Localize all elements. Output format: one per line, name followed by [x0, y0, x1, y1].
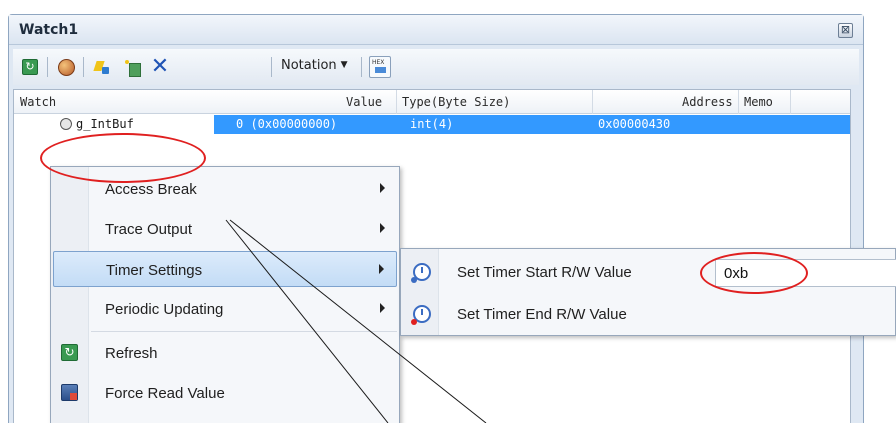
menu-item-label: Refresh	[105, 345, 158, 362]
add-data-icon	[124, 59, 141, 77]
add-data-button[interactable]	[121, 56, 143, 78]
timer-start-icon	[411, 263, 431, 283]
menu-item-label: Set Timer Start R/W Value	[457, 264, 632, 281]
menu-item-force-read-value[interactable]: Force Read Value	[53, 375, 397, 411]
column-header-address[interactable]: Address	[682, 95, 733, 109]
menu-separator	[91, 331, 397, 332]
force-read-icon	[61, 384, 78, 401]
delete-button[interactable]: ✕	[149, 56, 171, 78]
palette-button[interactable]	[55, 56, 77, 78]
watch-address-cell: 0x00000430	[598, 117, 671, 131]
delete-icon: ✕	[150, 54, 170, 79]
column-header-type[interactable]: Type(Byte Size)	[402, 95, 510, 109]
column-divider[interactable]	[396, 90, 397, 114]
watch-value-cell[interactable]: 0 (0x00000000)	[236, 117, 337, 131]
menu-item-refresh[interactable]: Refresh	[53, 335, 397, 371]
column-header-value[interactable]: Value	[346, 95, 382, 109]
column-header-memo[interactable]: Memo	[744, 95, 773, 109]
column-divider[interactable]	[738, 90, 739, 114]
timer-dot	[411, 277, 417, 283]
toolbar-separator	[83, 57, 84, 77]
menu-item-set-timer-start[interactable]: Set Timer Start R/W Value 0xb	[403, 253, 896, 291]
toolbar-separator	[271, 57, 272, 77]
menu-item-label: Access Break	[105, 181, 197, 198]
menu-item-timer-settings[interactable]: Timer Settings	[53, 251, 397, 287]
refresh-icon	[61, 344, 78, 361]
add-watch-button[interactable]	[91, 56, 113, 78]
submenu-arrow-icon	[380, 183, 385, 193]
submenu-arrow-icon	[380, 223, 385, 233]
toolbar: ↻ ✕ Notation ▼	[13, 49, 859, 85]
variable-icon	[60, 118, 72, 130]
window-title: Watch1	[19, 22, 79, 38]
watch-type-cell: int(4)	[410, 117, 454, 131]
column-header-watch[interactable]: Watch	[20, 95, 56, 109]
context-menu: Access Break Trace Output Timer Settings…	[50, 166, 400, 423]
toolbar-separator	[361, 57, 362, 77]
title-bar[interactable]: Watch1 ⊠	[9, 15, 863, 45]
palette-icon	[57, 58, 75, 76]
notation-label: Notation	[281, 58, 337, 73]
hex-display-icon	[369, 56, 391, 78]
menu-item-label: Set Timer End R/W Value	[457, 306, 627, 323]
timer-end-icon	[411, 305, 431, 325]
refresh-icon: ↻	[22, 59, 38, 75]
submenu-arrow-icon	[380, 303, 385, 313]
grid-header: Watch Value Type(Byte Size) Address Memo	[14, 90, 850, 114]
menu-item-set-timer-end[interactable]: Set Timer End R/W Value	[403, 295, 895, 333]
menu-item-trace-output[interactable]: Trace Output	[53, 211, 397, 247]
menu-item-label: Force Read Value	[105, 385, 225, 402]
submenu-arrow-icon	[379, 264, 384, 274]
add-watch-icon	[94, 59, 110, 75]
timer-dot	[411, 319, 417, 325]
close-button[interactable]: ⊠	[838, 23, 853, 38]
column-divider[interactable]	[592, 90, 593, 114]
column-divider[interactable]	[790, 90, 791, 114]
annotation-ellipse-variable	[40, 133, 206, 183]
notation-dropdown[interactable]: Notation ▼	[281, 58, 348, 78]
toolbar-separator	[47, 57, 48, 77]
hex-display-button[interactable]	[369, 56, 391, 78]
table-row[interactable]: g_IntBuf 0 (0x00000000) int(4) 0x0000043…	[14, 115, 850, 134]
menu-item-label: Trace Output	[105, 221, 192, 238]
chevron-down-icon: ▼	[340, 60, 348, 70]
watch-name-cell[interactable]: g_IntBuf	[76, 117, 134, 131]
menu-item-label: Timer Settings	[106, 262, 203, 279]
refresh-button[interactable]: ↻	[19, 56, 41, 78]
timer-settings-submenu: Set Timer Start R/W Value 0xb Set Timer …	[400, 248, 896, 336]
annotation-ellipse-value	[700, 252, 808, 294]
menu-item-label: Periodic Updating	[105, 301, 224, 318]
menu-item-periodic-updating[interactable]: Periodic Updating	[53, 291, 397, 327]
